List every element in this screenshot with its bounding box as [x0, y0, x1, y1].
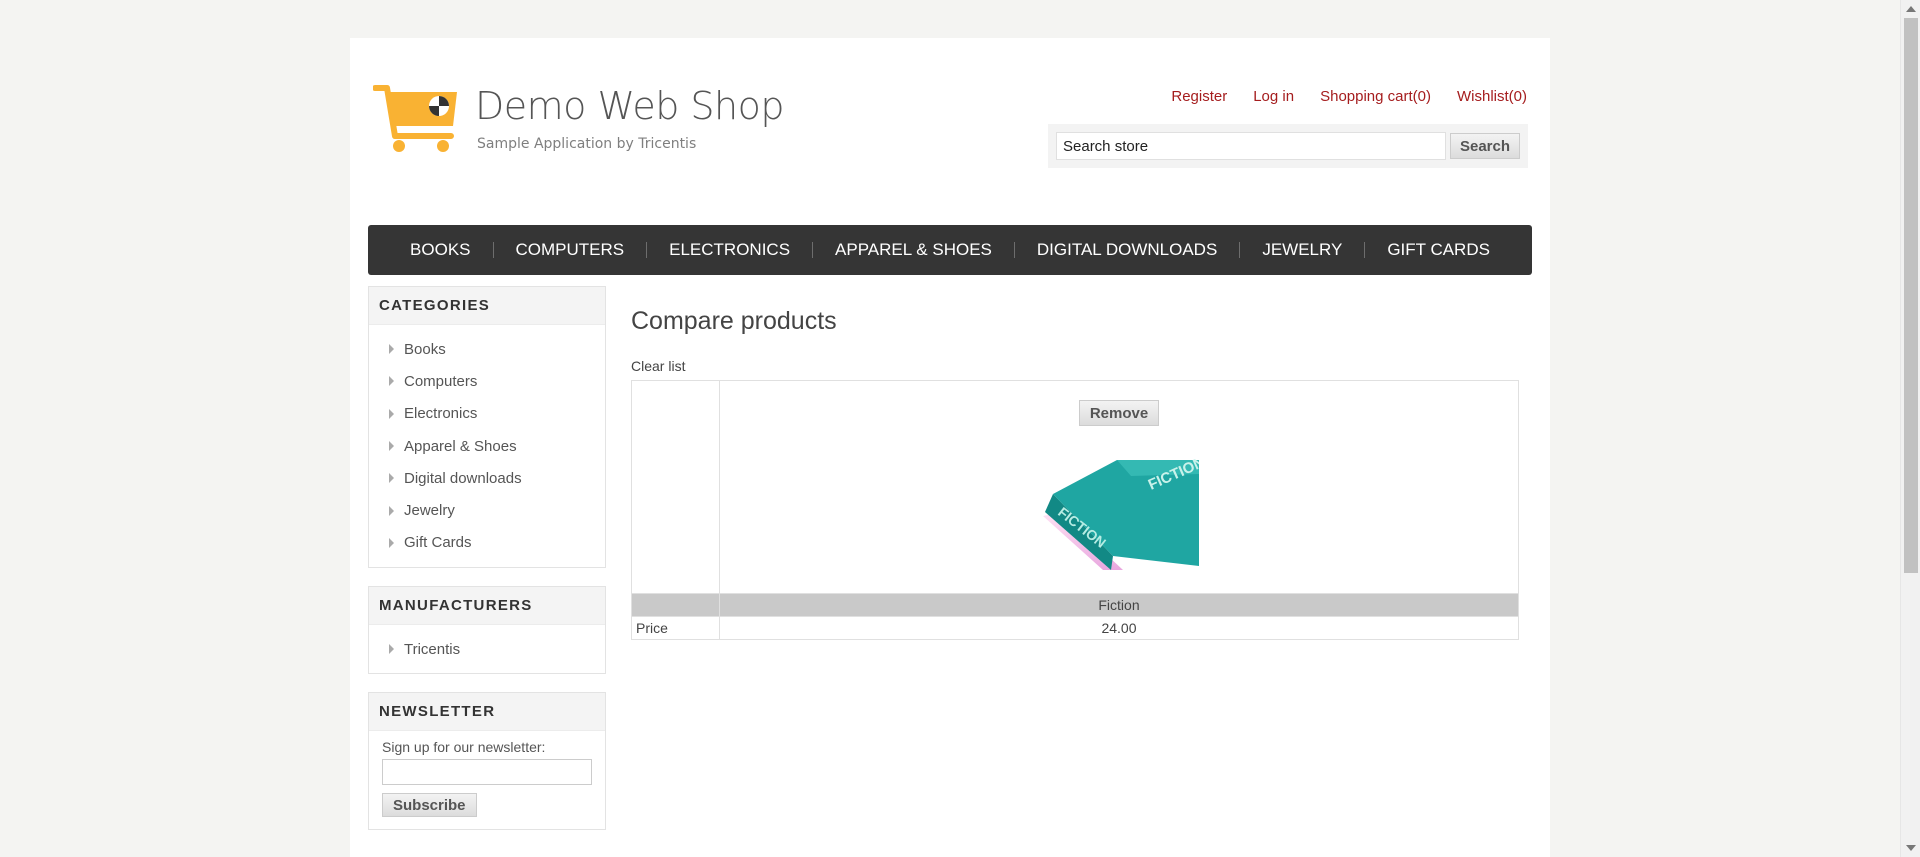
- product-picture[interactable]: FICTION FICTION: [1039, 446, 1199, 570]
- category-digital-downloads[interactable]: Digital downloads: [381, 462, 595, 494]
- scroll-up-icon[interactable]: [1906, 6, 1916, 12]
- manufacturers-block: MANUFACTURERS Tricentis: [368, 586, 606, 675]
- newsletter-email-input[interactable]: [382, 759, 592, 786]
- search-button[interactable]: Search: [1450, 133, 1520, 159]
- category-label: Apparel & Shoes: [404, 437, 517, 455]
- category-books[interactable]: Books: [381, 333, 595, 365]
- vertical-scrollbar[interactable]: [1900, 0, 1920, 857]
- search-box: Search: [1048, 124, 1528, 168]
- category-label: Books: [404, 340, 446, 358]
- category-electronics[interactable]: Electronics: [381, 398, 595, 430]
- product-name[interactable]: Fiction: [719, 593, 1519, 617]
- page-title: Compare products: [631, 307, 837, 335]
- scroll-thumb[interactable]: [1904, 18, 1918, 573]
- price-value: 24.00: [719, 616, 1519, 640]
- arrow-right-icon: [389, 376, 394, 387]
- newsletter-body: Sign up for our newsletter: Subscribe: [369, 731, 605, 829]
- product-price-row: Price 24.00: [631, 616, 1519, 640]
- sidebar: CATEGORIES Books Computers Electronics A…: [368, 286, 606, 848]
- register-link[interactable]: Register: [1171, 88, 1227, 105]
- remove-button[interactable]: Remove: [1078, 400, 1160, 426]
- category-label: Digital downloads: [404, 469, 522, 487]
- scroll-down-icon[interactable]: [1906, 845, 1916, 851]
- menu-item-computers[interactable]: COMPUTERS: [494, 240, 647, 260]
- category-label: Jewelry: [404, 502, 455, 520]
- product-row: Remove FICTION FICTION: [631, 380, 1519, 594]
- price-label: Price: [631, 616, 720, 640]
- arrow-right-icon: [389, 473, 394, 484]
- top-menu: BOOKS COMPUTERS ELECTRONICS APPAREL & SH…: [368, 225, 1532, 275]
- menu-item-jewelry[interactable]: JEWELRY: [1240, 240, 1364, 260]
- arrow-right-icon: [389, 441, 394, 452]
- menu-item-apparel-shoes[interactable]: APPAREL & SHOES: [813, 240, 1014, 260]
- logo-title: Demo Web Shop: [475, 84, 785, 128]
- newsletter-title: NEWSLETTER: [369, 693, 605, 732]
- search-input[interactable]: [1056, 132, 1446, 160]
- wishlist-link[interactable]: Wishlist(0): [1457, 88, 1527, 105]
- clear-list-link[interactable]: Clear list: [631, 358, 685, 374]
- menu-item-books[interactable]: BOOKS: [388, 240, 492, 260]
- menu-item-electronics[interactable]: ELECTRONICS: [647, 240, 812, 260]
- manufacturer-tricentis[interactable]: Tricentis: [381, 633, 595, 665]
- shopping-cart-link[interactable]: Shopping cart(0): [1320, 88, 1431, 105]
- product-name-text: Fiction: [1098, 597, 1140, 613]
- categories-title: CATEGORIES: [369, 287, 605, 325]
- manufacturers-list: Tricentis: [369, 625, 605, 673]
- category-label: Electronics: [404, 405, 478, 423]
- product-name-row: Fiction: [631, 593, 1519, 617]
- arrow-right-icon: [389, 505, 394, 516]
- shopping-cart-logo-icon: [373, 85, 457, 152]
- empty-label-cell: [631, 380, 720, 594]
- arrow-right-icon: [389, 644, 394, 655]
- menu-item-gift-cards[interactable]: GIFT CARDS: [1365, 240, 1512, 260]
- category-label: Gift Cards: [404, 534, 472, 552]
- category-apparel-shoes[interactable]: Apparel & Shoes: [381, 430, 595, 462]
- logo-subtitle: Sample Application by Tricentis: [477, 136, 697, 152]
- menu-item-digital-downloads[interactable]: DIGITAL DOWNLOADS: [1015, 240, 1239, 260]
- page-container: Demo Web Shop Sample Application by Tric…: [350, 38, 1550, 857]
- header-links: Register Log in Shopping cart(0) Wishlis…: [1145, 88, 1527, 105]
- category-label: Computers: [404, 372, 478, 390]
- category-gift-cards[interactable]: Gift Cards: [381, 527, 595, 559]
- name-label-cell: [631, 593, 720, 617]
- main-content: Compare products Clear list Remove FICTI…: [631, 286, 1519, 640]
- login-link[interactable]: Log in: [1253, 88, 1294, 105]
- newsletter-block: NEWSLETTER Sign up for our newsletter: S…: [368, 692, 606, 831]
- arrow-right-icon: [389, 344, 394, 355]
- categories-list: Books Computers Electronics Apparel & Sh…: [369, 325, 605, 567]
- category-jewelry[interactable]: Jewelry: [381, 494, 595, 526]
- product-cell: Remove FICTION FICTION: [719, 380, 1519, 594]
- logo[interactable]: Demo Web Shop Sample Application by Tric…: [373, 82, 785, 162]
- subscribe-button[interactable]: Subscribe: [382, 793, 477, 818]
- manufacturers-title: MANUFACTURERS: [369, 587, 605, 626]
- arrow-right-icon: [389, 408, 394, 419]
- category-computers[interactable]: Computers: [381, 365, 595, 397]
- arrow-right-icon: [389, 537, 394, 548]
- manufacturer-label: Tricentis: [404, 640, 461, 658]
- newsletter-label: Sign up for our newsletter:: [382, 739, 546, 756]
- compare-table: Remove FICTION FICTION Fiction Price 24.…: [631, 380, 1519, 640]
- categories-block: CATEGORIES Books Computers Electronics A…: [368, 286, 606, 569]
